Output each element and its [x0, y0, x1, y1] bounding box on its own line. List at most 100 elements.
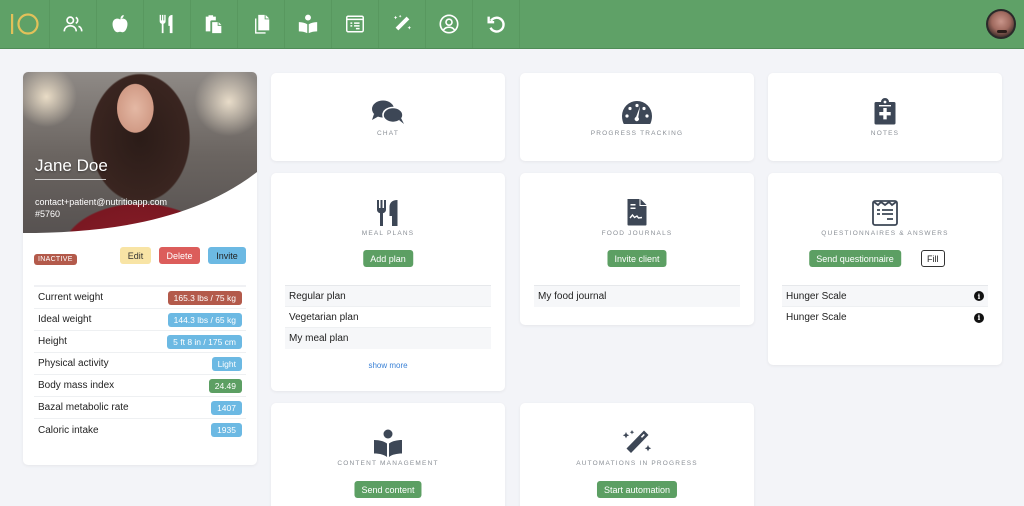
nav-content[interactable]	[285, 0, 332, 48]
item-label: My food journal	[538, 291, 607, 302]
nav-meal-plans[interactable]	[144, 0, 191, 48]
utensils-icon	[377, 200, 398, 226]
start-automation-button[interactable]: Start automation	[596, 481, 678, 498]
card-label: AUTOMATIONS IN PROGRESS	[576, 460, 698, 467]
progress-tracking-card[interactable]: PROGRESS TRACKING	[520, 73, 754, 161]
metric-value: Light	[211, 356, 242, 371]
food-journals-card: FOOD JOURNALS Invite client My food jour…	[520, 173, 754, 325]
patient-email: contact+patient@nutritioapp.com	[35, 197, 167, 207]
card-label: PROGRESS TRACKING	[590, 130, 684, 137]
notes-card[interactable]: NOTES	[768, 73, 1002, 161]
file-signature-icon	[627, 199, 647, 226]
metric-label: Caloric intake	[38, 424, 99, 436]
comments-icon	[372, 100, 404, 124]
patient-photo: Jane Doe contact+patient@nutritioapp.com…	[23, 72, 257, 237]
info-icon[interactable]: i	[974, 312, 984, 323]
form-icon	[346, 15, 364, 33]
meal-plan-item[interactable]: My meal plan	[285, 328, 491, 349]
metric-caloric-intake: Caloric intake 1935	[34, 419, 246, 441]
card-label: CONTENT MANAGEMENT	[337, 460, 439, 467]
chat-card[interactable]: CHAT	[271, 73, 505, 161]
send-content-button[interactable]: Send content	[354, 481, 422, 498]
top-navbar	[0, 0, 1024, 49]
metric-value: 1407	[211, 400, 242, 415]
card-label: QUESTIONNAIRES & ANSWERS	[821, 230, 949, 237]
metric-height: Height 5 ft 8 in / 175 cm	[34, 331, 246, 353]
metric-bmr: Bazal metabolic rate 1407	[34, 397, 246, 419]
metric-label: Current weight	[38, 292, 104, 303]
metrics-list: Current weight 165.3 lbs / 75 kg Ideal w…	[34, 285, 246, 441]
nav-documents[interactable]	[238, 0, 285, 48]
meal-plan-item[interactable]: Vegetarian plan	[285, 307, 491, 328]
add-plan-button[interactable]: Add plan	[363, 250, 413, 267]
meal-plan-list: Regular plan Vegetarian plan My meal pla…	[285, 285, 491, 349]
item-label: Hunger Scale	[786, 312, 847, 323]
logo-icon	[10, 13, 39, 35]
card-label: CHAT	[376, 130, 399, 137]
item-label: Hunger Scale	[786, 290, 847, 302]
profile-actions: INACTIVE Edit Delete Invite	[23, 237, 257, 281]
info-icon[interactable]: i	[974, 291, 984, 301]
fill-button[interactable]: Fill	[921, 250, 945, 267]
metric-label: Height	[38, 336, 67, 347]
magic-wand-icon	[393, 14, 412, 31]
metric-physical-activity: Physical activity Light	[34, 353, 246, 375]
nav-questionnaires[interactable]	[332, 0, 379, 48]
notes-medical-icon	[874, 98, 896, 125]
utensils-icon	[159, 14, 173, 34]
status-badge: INACTIVE	[34, 254, 77, 265]
send-questionnaire-button[interactable]: Send questionnaire	[809, 250, 901, 267]
metric-value: 144.3 lbs / 65 kg	[167, 312, 242, 327]
apple-icon	[112, 14, 128, 33]
invite-button[interactable]: Invite	[208, 247, 246, 264]
nav-recipes[interactable]	[191, 0, 238, 48]
nav-clients[interactable]	[50, 0, 97, 48]
item-label: Vegetarian plan	[289, 311, 359, 323]
user-avatar[interactable]	[986, 9, 1016, 39]
app-logo[interactable]	[0, 0, 50, 48]
patient-id: #5760	[35, 209, 61, 219]
invite-client-button[interactable]: Invite client	[607, 250, 667, 267]
item-label: My meal plan	[289, 333, 349, 344]
patient-name: Jane Doe	[35, 156, 108, 175]
item-label: Regular plan	[289, 290, 346, 302]
metric-label: Ideal weight	[38, 314, 92, 325]
name-underline	[35, 179, 106, 180]
questionnaire-list: Hunger Scale i Hunger Scale i	[782, 285, 988, 328]
metric-value: 165.3 lbs / 75 kg	[167, 290, 242, 305]
card-label: FOOD JOURNALS	[601, 230, 673, 237]
metric-current-weight: Current weight 165.3 lbs / 75 kg	[34, 287, 246, 309]
nav-history[interactable]	[473, 0, 520, 48]
questionnaires-card: QUESTIONNAIRES & ANSWERS Send questionna…	[768, 173, 1002, 365]
food-journal-item[interactable]: My food journal	[534, 286, 740, 307]
food-journal-list: My food journal	[534, 285, 740, 307]
questionnaire-item[interactable]: Hunger Scale i	[782, 307, 988, 328]
metric-value: 5 ft 8 in / 175 cm	[167, 334, 242, 349]
card-label: NOTES	[870, 130, 900, 137]
book-reader-icon	[298, 14, 318, 34]
nav-automations[interactable]	[379, 0, 426, 48]
nav-foods[interactable]	[97, 0, 144, 48]
metric-value: 1935	[211, 423, 242, 437]
metric-label: Physical activity	[38, 358, 109, 369]
magic-wand-icon	[622, 430, 652, 453]
user-circle-icon	[439, 14, 459, 34]
card-label: MEAL PLANS	[361, 230, 415, 237]
show-more-link[interactable]: show more	[271, 361, 505, 370]
metric-ideal-weight: Ideal weight 144.3 lbs / 65 kg	[34, 309, 246, 331]
undo-icon	[487, 16, 505, 33]
edit-button[interactable]: Edit	[120, 247, 151, 264]
metric-label: Body mass index	[38, 380, 115, 391]
delete-button[interactable]: Delete	[159, 247, 200, 264]
users-icon	[63, 16, 83, 32]
metric-value: 24.49	[208, 378, 242, 393]
book-reader-icon	[374, 429, 402, 457]
tachometer-icon	[622, 101, 652, 124]
content-management-card: CONTENT MANAGEMENT Send content	[271, 403, 505, 506]
nav-account[interactable]	[426, 0, 473, 48]
questionnaire-icon	[872, 200, 898, 226]
meal-plans-card: MEAL PLANS Add plan Regular plan Vegetar…	[271, 173, 505, 391]
questionnaire-item[interactable]: Hunger Scale i	[782, 286, 988, 307]
meal-plan-item[interactable]: Regular plan	[285, 286, 491, 307]
metric-bmi: Body mass index 24.49	[34, 375, 246, 397]
